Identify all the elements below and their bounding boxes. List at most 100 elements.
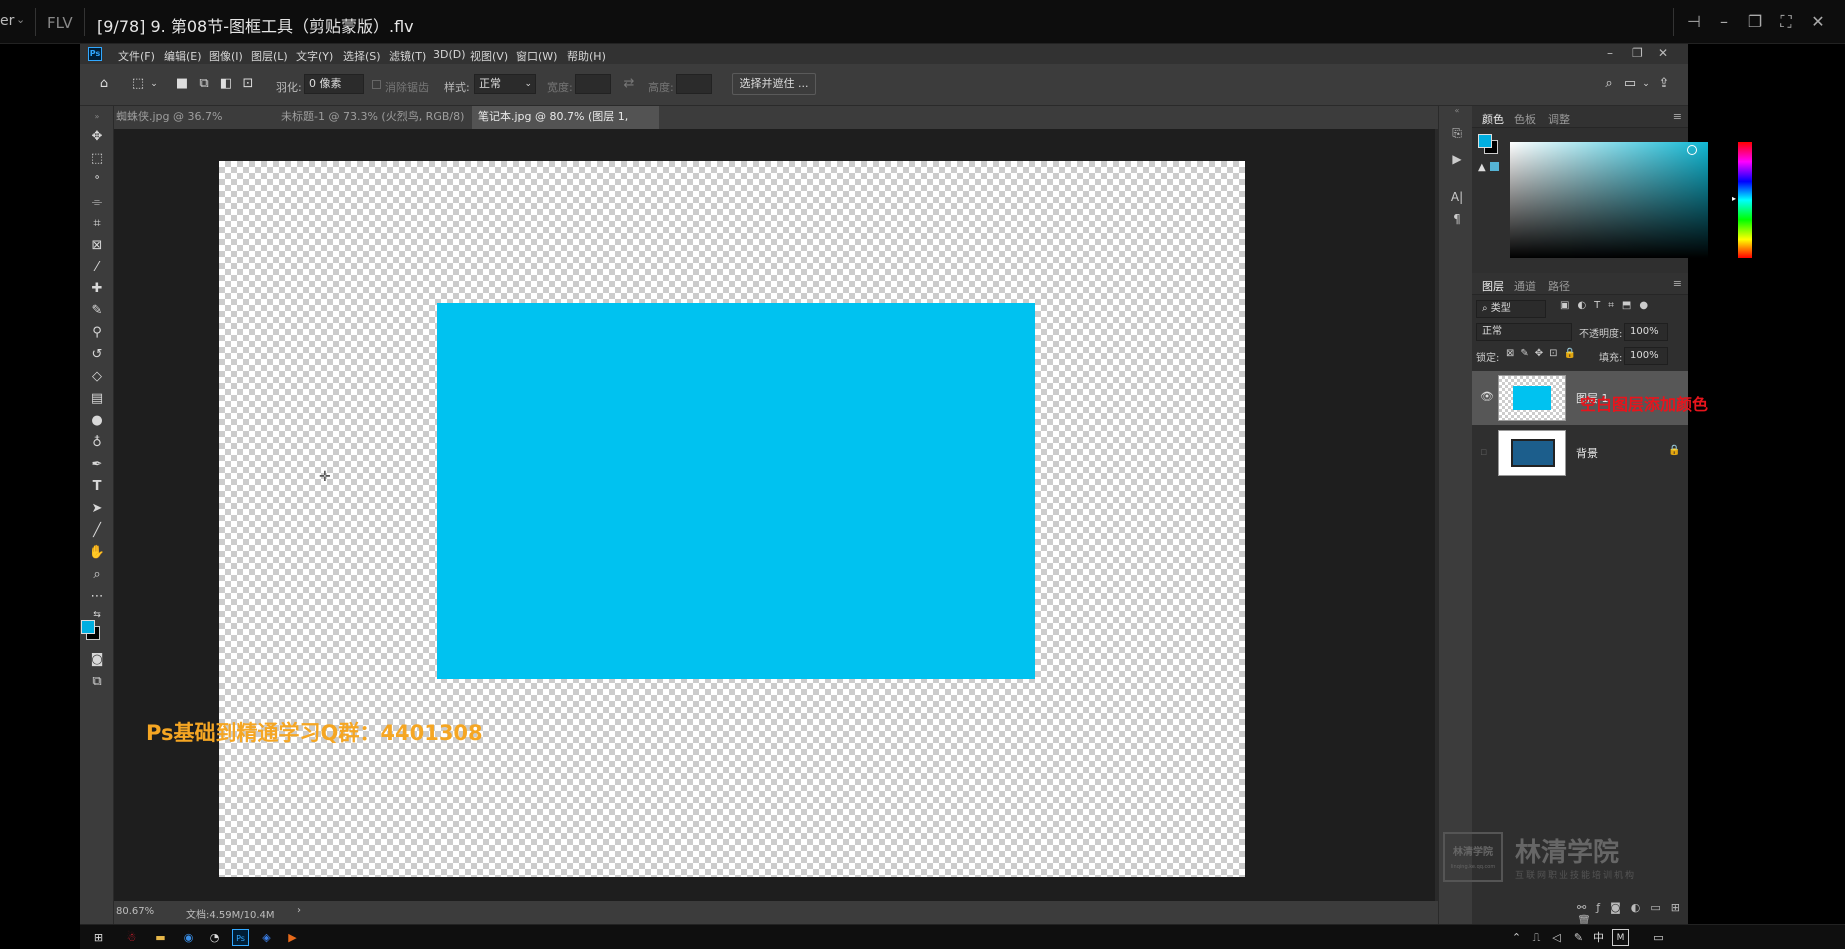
layer-filter-select[interactable]: ⌕ 类型 [1476, 300, 1546, 318]
feather-input[interactable]: 0 像素 [304, 74, 364, 94]
tab-channels[interactable]: 通道 [1514, 278, 1536, 294]
swap-icon[interactable]: ⇄ [621, 76, 637, 92]
pen-tool-icon[interactable]: ✒ [88, 456, 106, 474]
foreground-color-swatch[interactable] [1478, 134, 1492, 148]
layer-name[interactable]: 背景 [1576, 445, 1598, 461]
chevron-down-icon[interactable]: ⌄ [16, 13, 25, 26]
new-selection-icon[interactable]: ■ [174, 76, 190, 92]
close-icon[interactable]: ✕ [1658, 46, 1668, 60]
stamp-tool-icon[interactable]: ⚲ [88, 324, 106, 342]
tab-color[interactable]: 颜色 [1482, 111, 1504, 127]
chevron-down-icon[interactable]: ⌄ [146, 76, 162, 92]
app-icon[interactable]: ☃ [123, 929, 140, 946]
frame-tool-icon[interactable]: ⊠ [88, 237, 106, 255]
antialias-checkbox[interactable] [372, 80, 381, 89]
brush-tool-icon[interactable]: ✎ [88, 302, 106, 320]
layer-thumbnail[interactable] [1498, 430, 1566, 476]
actions-panel-icon[interactable]: ▶ [1449, 152, 1465, 168]
chevron-down-icon[interactable]: ⌄ [1638, 76, 1654, 92]
websafe-swatch[interactable] [1490, 162, 1499, 171]
select-and-mask-button[interactable]: 选择并遮住 ... [732, 73, 816, 95]
restore-icon[interactable]: ❐ [1745, 12, 1765, 31]
document-canvas[interactable]: ✛ [219, 161, 1245, 877]
paragraph-panel-icon[interactable]: ¶ [1449, 212, 1465, 228]
network-icon[interactable]: ⎍ [1528, 929, 1545, 946]
menu-type[interactable]: 文字(Y) [296, 48, 333, 64]
menu-view[interactable]: 视图(V) [470, 48, 508, 64]
blend-mode-select[interactable]: 正常 [1476, 323, 1572, 341]
menu-filter[interactable]: 滤镜(T) [389, 48, 426, 64]
restore-icon[interactable]: ❐ [1632, 46, 1643, 60]
menu-help[interactable]: 帮助(H) [567, 48, 606, 64]
warning-icon[interactable]: ▲ [1478, 162, 1486, 173]
browser-icon[interactable]: ◉ [180, 929, 197, 946]
tab-untitled[interactable]: 未标题-1 @ 73.3% (火烈鸟, RGB/8) *× [275, 106, 472, 145]
opacity-input[interactable]: 100% [1624, 323, 1668, 341]
tab-notebook[interactable]: 笔记本.jpg @ 80.7% (图层 1, RGB/8) *× [472, 106, 659, 145]
ime-mode-indicator[interactable]: M [1612, 929, 1629, 946]
history-panel-icon[interactable]: ⎘ [1449, 126, 1465, 142]
blur-tool-icon[interactable]: ● [88, 412, 106, 430]
video-player-icon[interactable]: ▶ [284, 929, 301, 946]
panel-menu-icon[interactable]: ≡ [1673, 277, 1682, 290]
search-icon[interactable]: ⌕ [1601, 76, 1617, 92]
character-panel-icon[interactable]: A| [1449, 190, 1465, 206]
move-tool-icon[interactable]: ✥ [88, 128, 106, 146]
visibility-eye-icon[interactable]: 👁 [1480, 390, 1494, 403]
share-icon[interactable]: ⇪ [1656, 76, 1672, 92]
layer-1-fill[interactable] [437, 303, 1035, 679]
add-selection-icon[interactable]: ⧉ [196, 76, 212, 92]
marquee-preset-icon[interactable]: ⬚ [130, 76, 146, 92]
lock-icons[interactable]: ⊠✎✥⊡🔒 [1506, 348, 1582, 359]
marquee-tool-icon[interactable]: ⬚ [88, 150, 106, 168]
path-select-tool-icon[interactable]: ➤ [88, 500, 106, 518]
layer-filter-icons[interactable]: ▣◐T⌗⬒● [1560, 300, 1656, 311]
gradient-tool-icon[interactable]: ▤ [88, 390, 106, 408]
minimize-icon[interactable]: – [1607, 46, 1613, 60]
tab-paths[interactable]: 路径 [1548, 278, 1570, 294]
player-menu-label[interactable]: er [0, 13, 14, 29]
home-icon[interactable]: ⌂ [96, 76, 112, 92]
intersect-selection-icon[interactable]: ⊡ [240, 76, 256, 92]
close-icon[interactable]: ✕ [1808, 12, 1828, 31]
windows-start-icon[interactable]: ⊞ [90, 929, 107, 946]
crop-tool-icon[interactable]: ⌗ [88, 215, 106, 233]
tab-spiderman[interactable]: 蜘蛛侠.jpg @ 36.7%(RGB/8#)× [110, 106, 275, 145]
tab-layers[interactable]: 图层 [1482, 278, 1504, 294]
height-input[interactable] [676, 74, 712, 94]
collapse-icon[interactable]: « [1449, 106, 1465, 122]
color-picker-field[interactable] [1510, 142, 1708, 258]
menu-select[interactable]: 选择(S) [343, 48, 381, 64]
menu-file[interactable]: 文件(F) [118, 48, 155, 64]
zoom-level[interactable]: 80.67% [116, 906, 154, 917]
hand-tool-icon[interactable]: ✋ [88, 544, 106, 562]
status-menu-icon[interactable]: › [297, 905, 301, 916]
app-icon[interactable]: ◈ [258, 929, 275, 946]
tab-swatches[interactable]: 色板 [1514, 111, 1536, 127]
color-picker-handle[interactable] [1687, 145, 1697, 155]
workspace-icon[interactable]: ▭ [1622, 76, 1638, 92]
minimize-icon[interactable]: – [1714, 12, 1734, 31]
panel-menu-icon[interactable]: ≡ [1673, 110, 1682, 123]
visibility-eye-icon[interactable]: ▫ [1480, 445, 1487, 458]
menu-image[interactable]: 图像(I) [209, 48, 243, 64]
width-input[interactable] [575, 74, 611, 94]
line-tool-icon[interactable]: ╱ [88, 522, 106, 540]
quick-mask-icon[interactable]: ◙ [88, 651, 106, 669]
pen-icon[interactable]: ✎ [1570, 929, 1587, 946]
hue-handle[interactable]: ▸ [1732, 194, 1736, 203]
screen-mode-icon[interactable]: ⧉ [88, 673, 106, 691]
canvas-area[interactable]: ✛ [114, 129, 1438, 901]
hue-slider[interactable]: ▸ [1732, 142, 1752, 258]
foreground-color-swatch[interactable] [81, 620, 95, 634]
more-tools-icon[interactable]: ⋯ [88, 588, 106, 606]
menu-layer[interactable]: 图层(L) [251, 48, 288, 64]
collapse-icon[interactable]: » [88, 108, 106, 126]
style-select[interactable]: 正常 ⌄ [474, 74, 536, 94]
app-icon[interactable]: ◔ [206, 929, 223, 946]
menu-edit[interactable]: 编辑(E) [164, 48, 202, 64]
zoom-tool-icon[interactable]: ⌕ [88, 566, 106, 584]
eyedropper-tool-icon[interactable]: ⁄ [88, 259, 106, 277]
quick-select-tool-icon[interactable]: ⌯ [88, 194, 106, 212]
pin-icon[interactable]: ⊣ [1684, 12, 1704, 31]
